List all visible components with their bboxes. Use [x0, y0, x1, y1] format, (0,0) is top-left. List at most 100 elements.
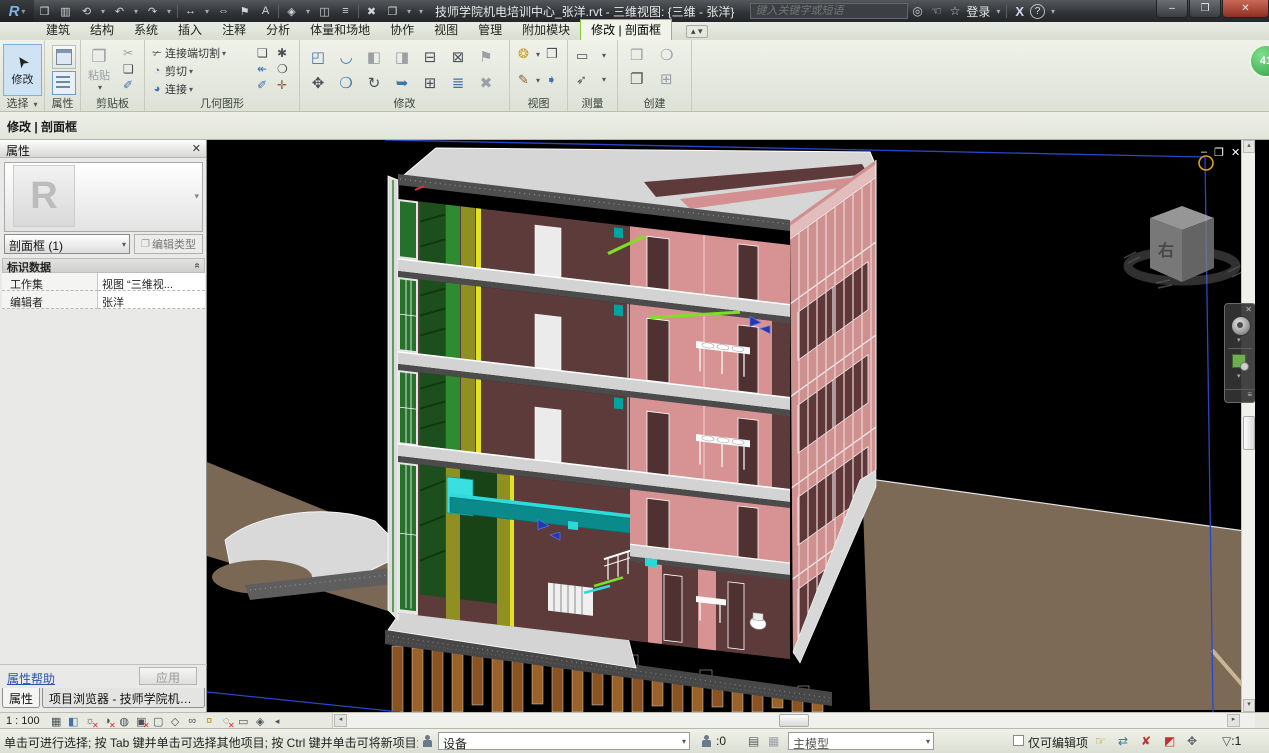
shadows-icon[interactable]: ◑✕ [99, 714, 116, 728]
panel-properties-label[interactable]: 属性 [45, 95, 80, 111]
search-icon[interactable]: ◎ [912, 4, 922, 18]
apply-button[interactable]: 应用 [139, 667, 197, 685]
beam-joins-icon[interactable]: ✱ [277, 46, 287, 60]
search-input[interactable] [750, 3, 908, 19]
view-minimize-icon[interactable]: ‒ [1201, 146, 1207, 159]
thin-lines-icon[interactable]: ≡ [335, 2, 356, 20]
preview-dropdown-icon[interactable]: ▾ [194, 191, 199, 202]
exchange-apps-icon[interactable]: X [1015, 4, 1024, 19]
properties-help-link[interactable]: 属性帮助 [7, 670, 55, 687]
split-with-gap-icon[interactable]: ⊠ [444, 44, 472, 70]
wall-core-icon[interactable]: ↞ [257, 62, 267, 76]
collapse-chevron-icon[interactable]: » [192, 263, 203, 269]
view-restore-icon[interactable]: ❐ [1214, 146, 1224, 159]
measure-tool-icon[interactable]: ▭ [576, 48, 588, 64]
panel-select-label[interactable]: 选择 ▾ [0, 95, 44, 111]
trim-extend-icon[interactable]: ➥ [388, 70, 416, 96]
redo-icon[interactable]: ↷ [142, 2, 163, 20]
split-face-icon[interactable]: ✐ [257, 78, 267, 92]
tab-systems[interactable]: 系统 [124, 20, 168, 40]
create-assembly-icon[interactable]: ❍ [660, 46, 673, 64]
viewcube[interactable]: 右 [1124, 206, 1244, 288]
section-icon[interactable]: ◫ [314, 2, 335, 20]
drawing-area[interactable]: 右 ‒ ❐ ✕ ✕ ▾ ▾ ≡ ▴ [207, 140, 1255, 712]
scale-icon[interactable]: ≣ [444, 70, 472, 96]
array-icon[interactable]: ⊞ [416, 70, 444, 96]
reveal-dropdown-icon[interactable]: ▾ [536, 50, 540, 59]
view-close-icon[interactable]: ✕ [1231, 146, 1240, 159]
tab-insert[interactable]: 插入 [168, 20, 212, 40]
displacement-sets-icon[interactable]: ◈ [252, 714, 269, 728]
vertical-scrollbar[interactable]: ▴ ▾ [1241, 140, 1255, 712]
offset-icon[interactable]: ◡ [332, 44, 360, 70]
sync-dropdown-icon[interactable]: ▾ [97, 2, 109, 20]
split-element-icon[interactable]: ⊟ [416, 44, 444, 70]
crop-view-icon[interactable]: ▣✕ [133, 714, 150, 728]
tab-project-browser[interactable]: 项目浏览器 - 技师学院机电培训... [42, 688, 205, 708]
zoom-dropdown-icon[interactable]: ▾ [1237, 372, 1241, 380]
copy-icon[interactable]: ❏ [123, 62, 134, 76]
default-3d-view-icon[interactable]: ◈ [281, 2, 302, 20]
vertical-scroll-thumb[interactable] [1243, 416, 1255, 450]
cut-icon[interactable]: ✂ [123, 46, 133, 60]
properties-palette-button[interactable] [52, 45, 76, 69]
viewcube-face-label[interactable]: 右 [1158, 241, 1174, 260]
design-option-combo[interactable]: 主模型▾ [788, 732, 934, 750]
tab-massing-site[interactable]: 体量和场地 [300, 20, 380, 40]
active-workset-combo[interactable]: 设备▾ [438, 732, 690, 750]
navbar-expand-icon[interactable]: ≡ [1225, 389, 1255, 402]
unjoin-icon[interactable]: ❍ [277, 62, 288, 76]
scroll-right-icon[interactable]: ▸ [1227, 714, 1240, 727]
app-menu-button[interactable]: R▾ [0, 0, 34, 22]
properties-title[interactable]: 属性 ✕ [0, 140, 206, 158]
temporary-view-properties-icon[interactable]: ▭ [235, 714, 252, 728]
undo-icon[interactable]: ↶ [109, 2, 130, 20]
horizontal-scroll-thumb[interactable] [779, 714, 809, 727]
palette-close-icon[interactable]: ✕ [192, 142, 201, 155]
measure-dropdown-icon[interactable]: ▾ [201, 2, 213, 20]
dim-dropdown-icon[interactable]: ▾ [602, 75, 606, 84]
tag-icon[interactable]: ⚑ [234, 2, 255, 20]
scale-button[interactable]: 1 : 100 [6, 715, 40, 727]
mirror-axis-icon[interactable]: ◧ [360, 44, 388, 70]
workset-value[interactable]: 视图 “三维视... [98, 273, 205, 291]
view-lock-icon[interactable]: ◇ [167, 714, 184, 728]
save-icon[interactable]: ▥ [55, 2, 76, 20]
design-options-pick-icon[interactable]: ▦ [768, 734, 779, 748]
redo-dropdown-icon[interactable]: ▾ [163, 2, 175, 20]
render-icon[interactable]: ❒ [546, 46, 558, 62]
align-icon[interactable]: ◰ [304, 44, 332, 70]
minimize-button[interactable]: ‒ [1156, 0, 1188, 18]
selection-box-icon[interactable]: ➧ [546, 72, 557, 88]
design-options-dialog-icon[interactable]: ▤ [748, 734, 759, 748]
visual-style-icon[interactable]: ◧ [65, 714, 82, 728]
wall-joins-icon[interactable]: ❏ [257, 46, 268, 60]
paste-button[interactable]: ❐ 粘贴 ▾ [84, 45, 114, 93]
delete-icon[interactable]: ✖ [472, 70, 500, 96]
tab-structure[interactable]: 结构 [80, 20, 124, 40]
drag-on-selection-icon[interactable]: ✥ [1187, 734, 1197, 748]
cut-geometry-button[interactable]: ◔ 剪切▾ [149, 62, 193, 80]
select-by-face-icon[interactable]: ◩ [1164, 734, 1175, 748]
reveal-hidden-elements-icon[interactable]: ¤ [201, 714, 218, 728]
rotate-icon[interactable]: ↻ [360, 70, 388, 96]
switch-windows-icon[interactable]: ❐ [382, 2, 403, 20]
show-rendering-dialog-icon[interactable]: ◍ [116, 714, 133, 728]
mirror-draw-icon[interactable]: ◨ [388, 44, 416, 70]
open-icon[interactable]: ❒ [34, 2, 55, 20]
filter-icon[interactable]: ▽:1 [1222, 734, 1241, 748]
building-section[interactable] [388, 148, 878, 671]
tab-annotate[interactable]: 注释 [212, 20, 256, 40]
help-dropdown-icon[interactable]: ▾ [1047, 2, 1059, 20]
restore-button[interactable]: ❐ [1189, 0, 1221, 18]
copy-element-icon[interactable]: ❍ [332, 70, 360, 96]
scroll-left-icon[interactable]: ◂ [334, 714, 347, 727]
sun-path-icon[interactable]: ☼✕ [82, 714, 99, 728]
customize-qat-icon[interactable]: ▾ [415, 2, 427, 20]
reveal-hidden-icon[interactable]: ❂ [518, 46, 529, 62]
select-links-icon[interactable]: ☞ [1095, 734, 1106, 748]
graphic-dropdown-icon[interactable]: ▾ [536, 76, 540, 85]
measure-icon[interactable]: ↔ [180, 2, 201, 20]
3d-dropdown-icon[interactable]: ▾ [302, 2, 314, 20]
switch-windows-dropdown-icon[interactable]: ▾ [403, 2, 415, 20]
